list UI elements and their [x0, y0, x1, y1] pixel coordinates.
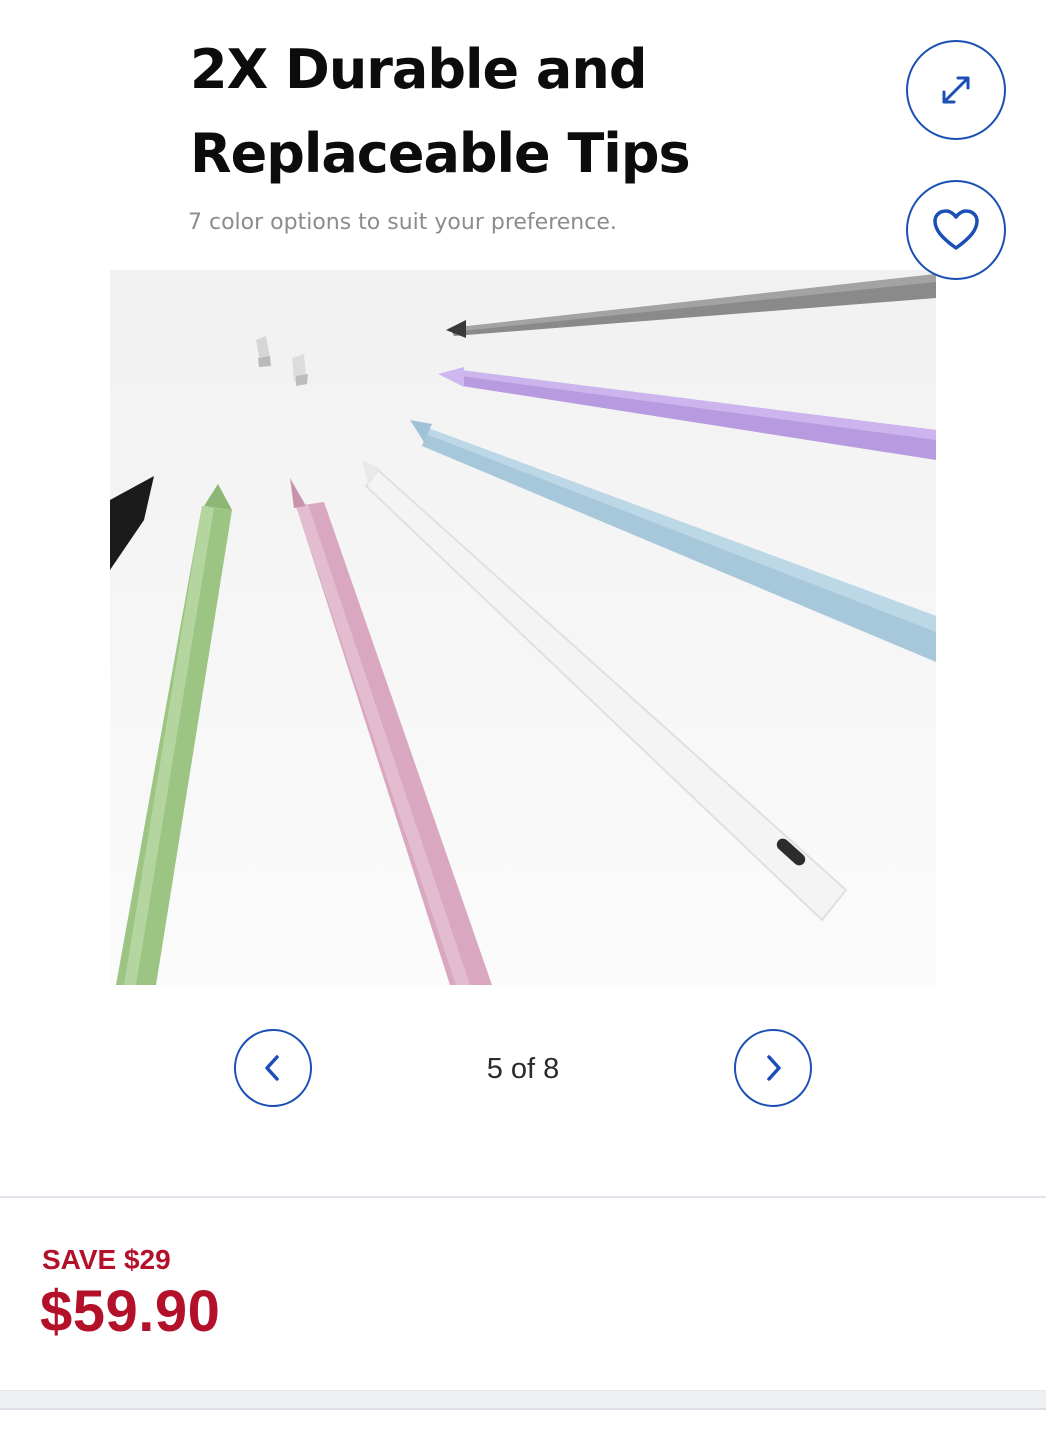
- current-price: $59.90: [40, 1279, 221, 1344]
- chevron-left-icon: [265, 1055, 279, 1081]
- chevron-right-icon: [767, 1055, 781, 1081]
- savings-label: SAVE $29: [42, 1244, 171, 1275]
- image-counter: 5 of 8: [486, 1053, 560, 1085]
- product-gallery: 2X Durable and Replaceable Tips 7 color …: [0, 0, 1046, 1195]
- bottom-divider: [0, 1408, 1046, 1410]
- expand-button[interactable]: [906, 40, 1006, 140]
- image-subline: 7 color options to suit your preference.: [188, 210, 617, 235]
- favorite-button[interactable]: [906, 180, 1006, 280]
- image-headline: 2X Durable and Replaceable Tips: [190, 38, 691, 185]
- product-image[interactable]: 2X Durable and Replaceable Tips 7 color …: [110, 0, 936, 985]
- bottom-bar: [0, 1390, 1046, 1409]
- next-image-button[interactable]: [734, 1029, 812, 1107]
- expand-icon: [942, 76, 970, 104]
- previous-image-button[interactable]: [234, 1029, 312, 1107]
- pens-photo: [110, 270, 936, 985]
- heart-icon: [933, 209, 979, 250]
